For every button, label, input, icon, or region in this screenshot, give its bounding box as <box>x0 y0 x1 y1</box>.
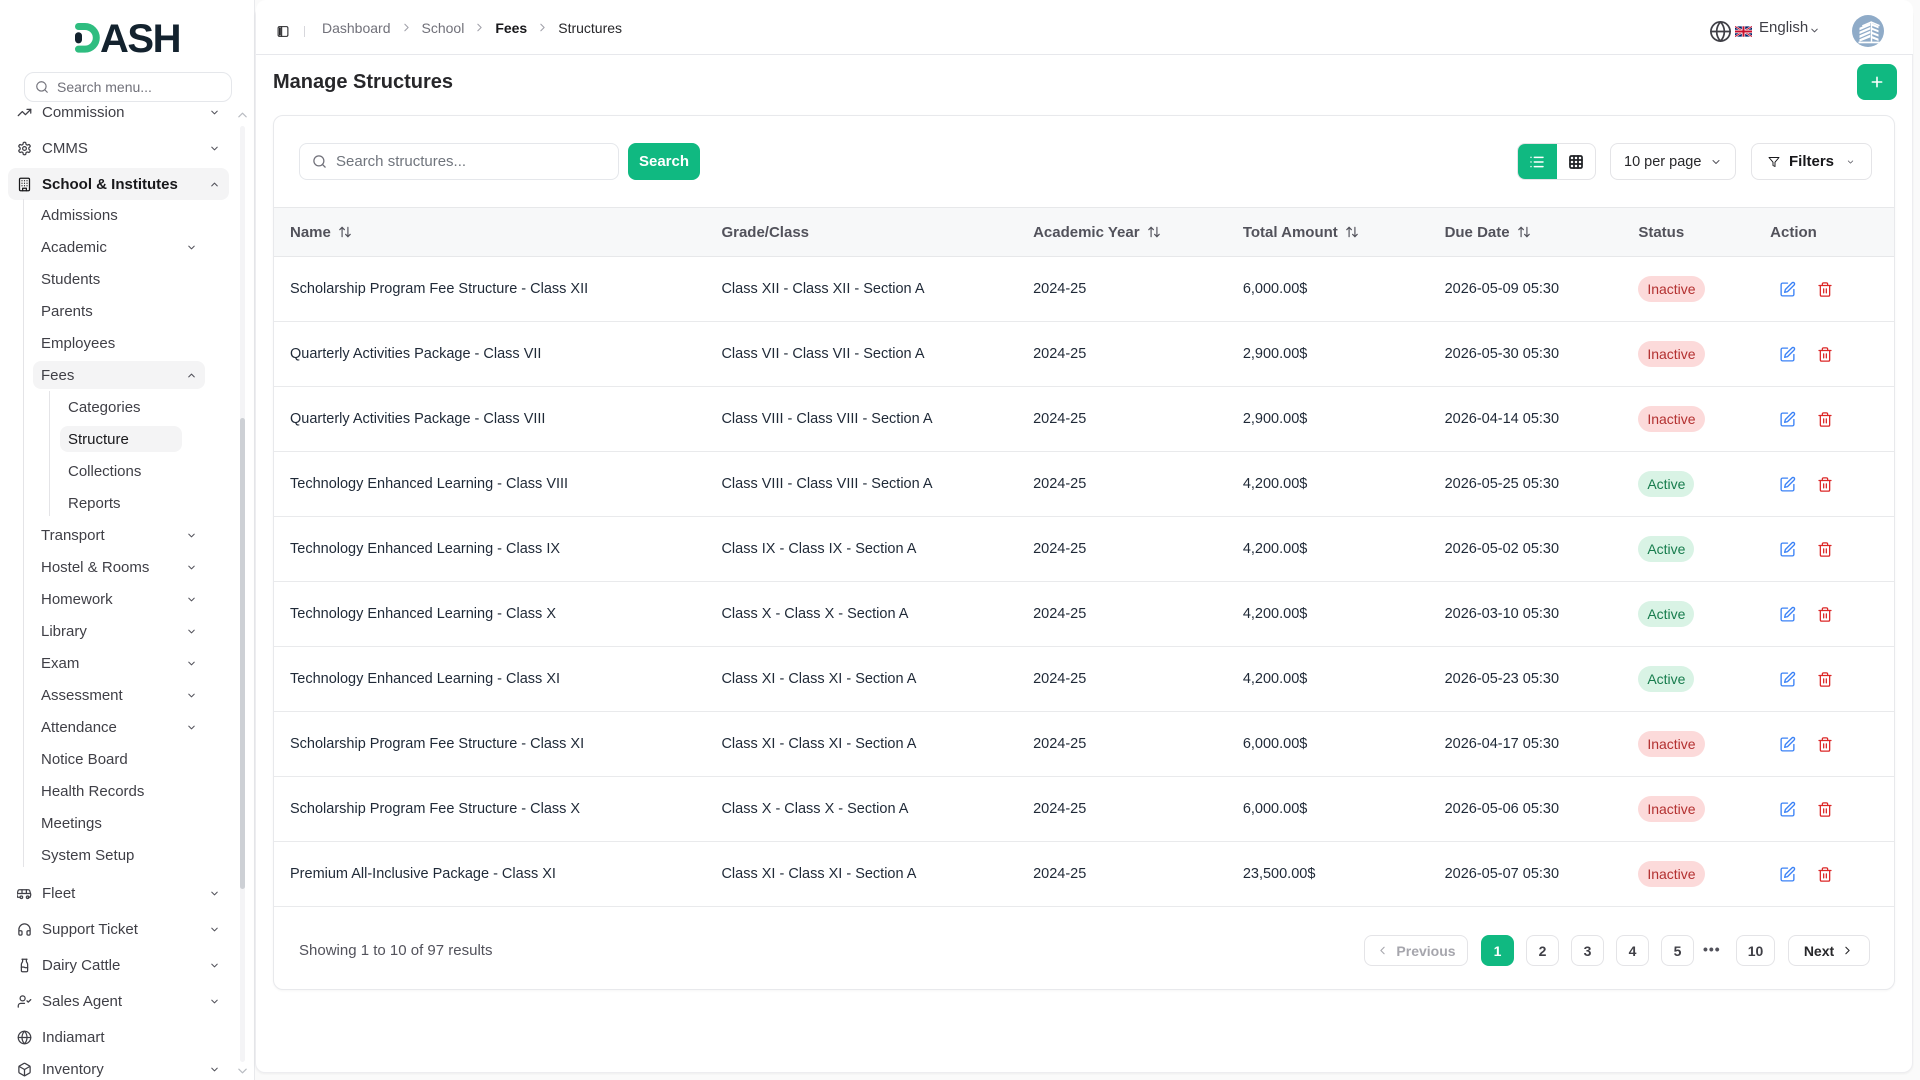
svg-text:ASH: ASH <box>100 21 180 61</box>
